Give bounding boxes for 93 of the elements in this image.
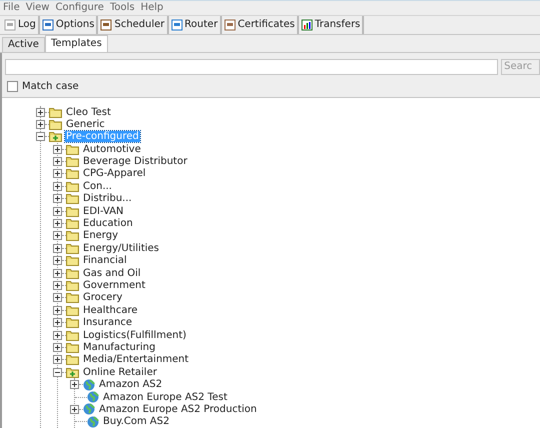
tree-item[interactable]: Cleo Test bbox=[65, 106, 112, 118]
globe-icon bbox=[87, 416, 99, 428]
tree-item[interactable]: Distribu... bbox=[82, 193, 133, 204]
bar-chart-icon bbox=[300, 18, 313, 31]
tree-item[interactable]: Financial bbox=[82, 255, 128, 266]
expand-toggle[interactable] bbox=[70, 380, 79, 390]
tree-item[interactable]: Energy/Utilities bbox=[82, 242, 160, 254]
folder-icon bbox=[66, 304, 79, 316]
expand-toggle[interactable] bbox=[53, 281, 62, 290]
checkbox-label: Match case bbox=[22, 81, 79, 92]
tree-item[interactable]: Buy.Com AS2 bbox=[102, 416, 170, 428]
folder-icon bbox=[66, 292, 79, 304]
folder-icon bbox=[66, 168, 79, 180]
tree-item[interactable]: Healthcare bbox=[82, 304, 139, 316]
expand-toggle[interactable] bbox=[53, 256, 62, 266]
folder-icon bbox=[66, 180, 79, 192]
tree-item[interactable]: Education bbox=[82, 218, 134, 230]
folder-icon bbox=[66, 255, 79, 266]
globe-icon bbox=[83, 378, 95, 391]
tree-item[interactable]: Generic bbox=[65, 118, 106, 130]
expand-toggle[interactable] bbox=[53, 206, 62, 216]
folder-icon bbox=[49, 118, 62, 130]
folder-icon bbox=[66, 268, 79, 279]
tree-item[interactable]: Online Retailer bbox=[82, 366, 158, 378]
expand-toggle[interactable] bbox=[53, 144, 62, 154]
expand-toggle[interactable] bbox=[36, 108, 45, 117]
collapse-toggle[interactable] bbox=[36, 132, 45, 142]
menu-item[interactable]: View bbox=[26, 2, 50, 14]
toolbar-button[interactable]: Scheduler bbox=[98, 16, 169, 34]
folder-icon bbox=[66, 330, 79, 341]
tree-item[interactable]: EDI-VAN bbox=[82, 206, 125, 217]
tree-item[interactable]: Amazon AS2 bbox=[98, 379, 164, 390]
tree-item[interactable]: Government bbox=[82, 280, 146, 291]
expand-toggle[interactable] bbox=[53, 318, 62, 328]
folder-icon bbox=[66, 144, 79, 155]
expand-toggle[interactable] bbox=[53, 330, 62, 340]
expand-toggle[interactable] bbox=[53, 157, 62, 166]
tree-item[interactable]: CPG-Apparel bbox=[82, 168, 147, 180]
tree-item[interactable]: Amazon Europe AS2 Test bbox=[102, 392, 228, 403]
expand-toggle[interactable] bbox=[70, 404, 79, 414]
folder-icon bbox=[66, 342, 79, 353]
menu-item[interactable]: Tools bbox=[110, 2, 135, 14]
folder-icon bbox=[49, 106, 62, 118]
folder-plus-icon bbox=[49, 131, 62, 142]
expand-toggle[interactable] bbox=[53, 182, 62, 191]
folder-icon bbox=[66, 280, 79, 291]
tree-item[interactable]: Con... bbox=[82, 180, 113, 192]
expand-toggle[interactable] bbox=[53, 293, 62, 302]
expand-toggle[interactable] bbox=[53, 342, 62, 352]
folder-icon bbox=[66, 242, 79, 254]
tree-item[interactable]: Gas and Oil bbox=[82, 268, 142, 279]
folder-plus-icon bbox=[66, 366, 79, 378]
folder-icon bbox=[66, 156, 79, 168]
search-field[interactable] bbox=[5, 58, 498, 75]
globe-icon bbox=[87, 391, 99, 404]
expand-toggle[interactable] bbox=[53, 306, 62, 315]
collapse-toggle[interactable] bbox=[53, 368, 62, 377]
checkbox[interactable] bbox=[7, 81, 18, 92]
tree-item[interactable]: Amazon Europe AS2 Production bbox=[98, 404, 258, 415]
folder-icon bbox=[66, 193, 79, 204]
tree-item[interactable]: Beverage Distributor bbox=[82, 156, 188, 168]
tab[interactable]: Templates bbox=[44, 34, 108, 52]
folder-icon bbox=[66, 317, 79, 328]
toolbar-button[interactable]: Transfers bbox=[298, 16, 364, 34]
expand-toggle[interactable] bbox=[53, 231, 62, 240]
tree-item[interactable]: Automotive bbox=[82, 144, 142, 155]
expand-toggle[interactable] bbox=[53, 355, 62, 364]
tree-item[interactable]: Grocery bbox=[82, 292, 124, 304]
expand-toggle[interactable] bbox=[53, 244, 62, 253]
expand-toggle[interactable] bbox=[36, 120, 45, 129]
document-icon bbox=[4, 18, 16, 31]
expand-toggle[interactable] bbox=[53, 219, 62, 228]
toolbar-button[interactable]: Certificates bbox=[222, 16, 299, 34]
tree-item[interactable]: Media/Entertainment bbox=[82, 354, 190, 366]
toolbar-button[interactable]: Options bbox=[40, 16, 98, 34]
menu-item[interactable]: Configure bbox=[55, 2, 104, 14]
menu-item[interactable]: File bbox=[3, 2, 20, 14]
expand-toggle[interactable] bbox=[53, 268, 62, 278]
expand-toggle[interactable] bbox=[53, 194, 62, 204]
folder-icon bbox=[66, 230, 79, 242]
toolbar-button[interactable]: Router bbox=[168, 16, 222, 34]
globe-icon bbox=[83, 403, 95, 416]
folder-icon bbox=[66, 218, 79, 230]
folder-icon bbox=[66, 206, 79, 217]
tree-item[interactable]: Manufacturing bbox=[82, 342, 156, 353]
toolbar-button[interactable]: Log bbox=[2, 16, 40, 34]
tree-item[interactable]: Insurance bbox=[82, 317, 134, 328]
menu-item[interactable]: Help bbox=[140, 2, 164, 14]
tree-item[interactable]: Energy bbox=[82, 230, 120, 242]
expand-toggle[interactable] bbox=[53, 169, 62, 178]
tab[interactable]: Active bbox=[2, 36, 45, 52]
tree-item[interactable]: Logistics(Fulfillment) bbox=[82, 330, 188, 341]
folder-icon bbox=[66, 354, 79, 366]
